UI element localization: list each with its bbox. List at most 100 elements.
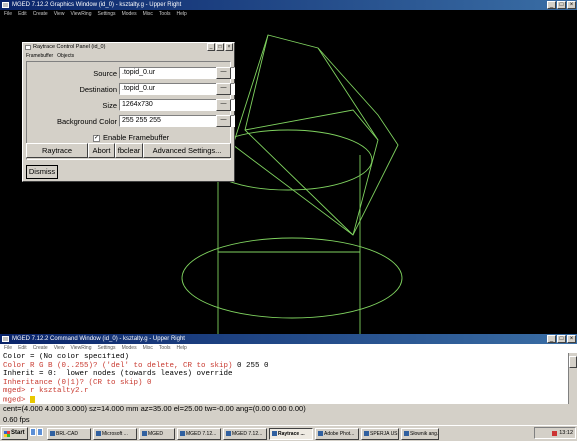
menu-framebuffer[interactable]: Framebuffer bbox=[26, 52, 53, 60]
advanced-settings-button[interactable]: Advanced Settings... bbox=[143, 143, 231, 158]
raytrace-button[interactable]: Raytrace bbox=[26, 143, 88, 158]
menu-objects[interactable]: Objects bbox=[57, 52, 74, 60]
menu-help[interactable]: Help bbox=[177, 10, 187, 19]
menu-misc[interactable]: Misc bbox=[143, 10, 153, 19]
task-mged[interactable]: MGED bbox=[139, 427, 175, 440]
cmd-maximize-button[interactable]: □ bbox=[557, 335, 566, 343]
task-label: MGED 7.12... bbox=[186, 430, 217, 437]
desktop: MGED 7.12.2 Graphics Window (id_0) - ksz… bbox=[0, 0, 577, 441]
enable-framebuffer-checkbox[interactable]: ✓ bbox=[93, 134, 100, 142]
console-prompt-line[interactable]: mged> bbox=[3, 395, 568, 405]
windows-logo-icon bbox=[4, 430, 10, 437]
background-color-row: Background Color 255 255 255 — bbox=[27, 114, 235, 128]
cmd-menu-settings[interactable]: Settings bbox=[97, 344, 115, 353]
task-icon bbox=[404, 431, 409, 436]
menu-file[interactable]: File bbox=[4, 10, 12, 19]
quick-launch-icon[interactable] bbox=[37, 428, 43, 436]
wireframe-cone-edge bbox=[317, 47, 379, 236]
console-prompt: mged> bbox=[3, 395, 31, 404]
console-line: Color R G B (0..255)? ('del' to delete, … bbox=[3, 361, 269, 370]
task-sperja[interactable]: SPERJA US... bbox=[361, 427, 399, 440]
maximize-button[interactable]: □ bbox=[557, 1, 566, 9]
taskbar: Start BRL-CAD Microsoft ... MGED MGED 7.… bbox=[0, 425, 577, 441]
graphics-window-titlebar[interactable]: MGED 7.12.2 Graphics Window (id_0) - ksz… bbox=[0, 0, 577, 10]
fbclear-button[interactable]: fbclear bbox=[115, 143, 143, 158]
panel-icon bbox=[25, 45, 31, 50]
menu-view[interactable]: View bbox=[54, 10, 65, 19]
task-label: BRL-CAD bbox=[56, 430, 78, 437]
task-icon bbox=[318, 431, 323, 436]
minimize-button[interactable]: _ bbox=[547, 1, 556, 9]
cmd-menu-modes[interactable]: Modes bbox=[122, 344, 137, 353]
start-button[interactable]: Start bbox=[1, 427, 28, 440]
scrollbar-thumb[interactable] bbox=[569, 356, 577, 368]
clock[interactable]: 13:12 bbox=[559, 428, 573, 438]
task-label: MGED 7.12... bbox=[232, 430, 263, 437]
cmd-menu-viewring[interactable]: ViewRing bbox=[70, 344, 91, 353]
quick-launch-icon[interactable] bbox=[30, 428, 36, 436]
task-label: MGED bbox=[148, 430, 163, 437]
dismiss-button[interactable]: Dismiss bbox=[26, 165, 58, 179]
task-icon bbox=[226, 431, 231, 436]
background-color-label: Background Color bbox=[56, 117, 117, 126]
task-brlcad[interactable]: BRL-CAD bbox=[47, 427, 91, 440]
close-button[interactable]: × bbox=[567, 1, 576, 9]
task-icon bbox=[96, 431, 101, 436]
menu-tools[interactable]: Tools bbox=[159, 10, 171, 19]
text-cursor bbox=[30, 395, 36, 403]
task-photoshop[interactable]: Adobe Phot... bbox=[315, 427, 359, 440]
command-window: MGED 7.12.2 Command Window (id_0) - kszt… bbox=[0, 334, 577, 425]
menu-create[interactable]: Create bbox=[33, 10, 48, 19]
panel-close-button[interactable]: × bbox=[225, 43, 233, 51]
command-window-title: MGED 7.12.2 Command Window (id_0) - kszt… bbox=[12, 336, 185, 342]
cmd-menu-misc[interactable]: Misc bbox=[143, 344, 153, 353]
tray-icon[interactable] bbox=[552, 430, 558, 436]
console-scrollbar[interactable] bbox=[568, 353, 577, 404]
command-window-titlebar[interactable]: MGED 7.12.2 Command Window (id_0) - kszt… bbox=[0, 334, 577, 344]
wireframe-cone-edge bbox=[244, 109, 379, 141]
cmd-menu-tools[interactable]: Tools bbox=[159, 344, 171, 353]
enable-framebuffer-label: Enable Framebuffer bbox=[103, 133, 170, 142]
source-row: Source .topid_0.ur — bbox=[27, 66, 235, 80]
task-list: BRL-CAD Microsoft ... MGED MGED 7.12... … bbox=[47, 427, 439, 440]
raytrace-panel-title: Raytrace Control Panel (id_0) bbox=[33, 44, 106, 50]
background-color-dropdown-button[interactable]: — bbox=[216, 115, 231, 127]
task-mged-command[interactable]: MGED 7.12... bbox=[223, 427, 267, 440]
destination-label: Destination bbox=[79, 85, 117, 94]
cmd-menu-help[interactable]: Help bbox=[177, 344, 187, 353]
source-label: Source bbox=[93, 69, 117, 78]
cmd-menu-edit[interactable]: Edit bbox=[18, 344, 27, 353]
cmd-minimize-button[interactable]: _ bbox=[547, 335, 556, 343]
task-mged-graphics[interactable]: MGED 7.12... bbox=[177, 427, 221, 440]
size-dropdown-button[interactable]: — bbox=[216, 99, 231, 111]
task-icon bbox=[180, 431, 185, 436]
task-microsoft[interactable]: Microsoft ... bbox=[93, 427, 137, 440]
cmd-close-button[interactable]: × bbox=[567, 335, 576, 343]
menu-settings[interactable]: Settings bbox=[97, 10, 115, 19]
task-icon bbox=[50, 431, 55, 436]
size-label: Size bbox=[102, 101, 117, 110]
panel-minimize-button[interactable]: _ bbox=[207, 43, 215, 51]
raytrace-panel-titlebar[interactable]: Raytrace Control Panel (id_0) _ □ × bbox=[23, 43, 234, 52]
cmd-menu-create[interactable]: Create bbox=[33, 344, 48, 353]
cmd-menu-file[interactable]: File bbox=[4, 344, 12, 353]
menu-edit[interactable]: Edit bbox=[18, 10, 27, 19]
fps-indicator: 0.60 fps bbox=[0, 414, 577, 425]
command-menubar: File Edit Create View ViewRing Settings … bbox=[0, 344, 577, 353]
command-console[interactable]: Color = (No color specified) Color R G B… bbox=[0, 353, 568, 404]
task-slownik[interactable]: Słownik ang... bbox=[401, 427, 439, 440]
console-line: Inheritance (0|1)? (CR to skip) 0 bbox=[3, 378, 152, 387]
raytrace-panel-menubar: Framebuffer Objects bbox=[23, 52, 234, 60]
task-raytrace[interactable]: Raytrace ... bbox=[269, 427, 313, 440]
wireframe-base-ellipse bbox=[181, 237, 403, 319]
menu-modes[interactable]: Modes bbox=[122, 10, 137, 19]
task-label: SPERJA US... bbox=[370, 430, 399, 437]
source-dropdown-button[interactable]: — bbox=[216, 67, 231, 79]
abort-button[interactable]: Abort bbox=[88, 143, 115, 158]
destination-dropdown-button[interactable]: — bbox=[216, 83, 231, 95]
menu-viewring[interactable]: ViewRing bbox=[70, 10, 91, 19]
task-icon bbox=[142, 431, 147, 436]
panel-maximize-button[interactable]: □ bbox=[216, 43, 224, 51]
cmd-menu-view[interactable]: View bbox=[54, 344, 65, 353]
console-line: Inherit = 0: lower nodes (towards leaves… bbox=[3, 370, 233, 378]
